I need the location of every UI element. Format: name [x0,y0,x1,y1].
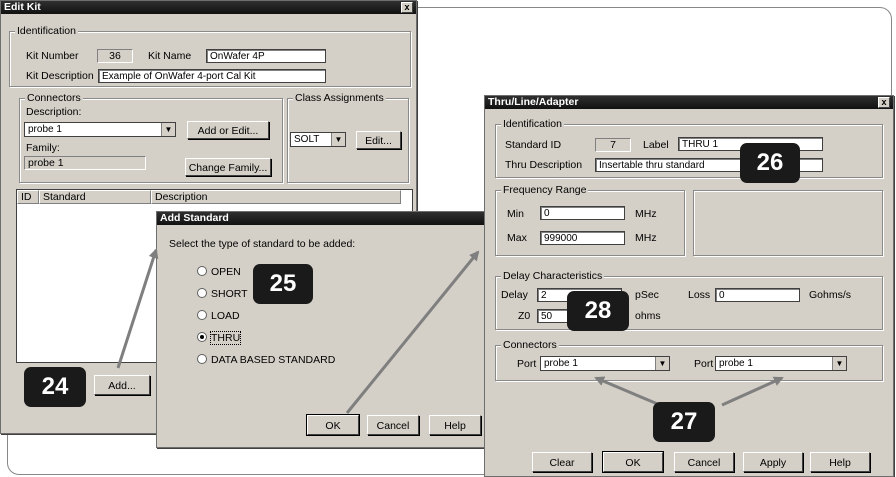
delay-characteristics-label: Delay Characteristics [501,270,605,282]
kit-name-label: Kit Name [148,50,192,62]
add-standard-titlebar[interactable]: Add Standard [157,212,487,225]
port1-value: probe 1 [544,358,578,369]
class-edit-button[interactable]: Edit... [356,131,401,149]
delay-label: Delay [501,289,528,301]
radio-load[interactable]: LOAD [197,310,240,323]
thru-titlebar[interactable]: Thru/Line/Adapter x [485,96,893,109]
radio-data-based-standard[interactable]: DATA BASED STANDARD [197,354,335,367]
apply-button[interactable]: Apply [743,452,803,472]
class-dropdown[interactable]: SOLT ▼ [290,132,346,147]
identification-label: Identification [15,25,78,37]
max-label: Max [507,232,527,244]
callout-27: 27 [653,402,715,442]
port2-label: Port [694,358,714,370]
radio-icon [197,266,207,276]
chevron-down-icon[interactable]: ▼ [832,357,846,370]
port2-value: probe 1 [719,358,753,369]
add-standard-title: Add Standard [160,212,229,224]
empty-group [693,190,883,256]
thru-identification-label: Identification [501,118,564,130]
thru-description-label: Thru Description [505,159,583,171]
loss-input[interactable]: 0 [715,288,800,302]
radio-short[interactable]: SHORT [197,288,248,301]
add-standard-prompt: Select the type of standard to be added: [169,238,356,250]
callout-26: 26 [740,143,800,183]
col-id-header[interactable]: ID [17,190,39,204]
family-label: Family: [26,142,60,154]
callout-28: 28 [567,291,629,331]
callout-25: 25 [253,264,313,304]
radio-icon [197,310,207,320]
chevron-down-icon[interactable]: ▼ [161,123,175,136]
label-label: Label [643,139,669,151]
max-unit-label: MHz [635,232,657,244]
add-or-edit-button[interactable]: Add or Edit... [187,121,269,139]
radio-open[interactable]: OPEN [197,266,241,279]
cancel-button[interactable]: Cancel [367,415,419,435]
close-icon[interactable]: x [878,97,890,108]
thru-ok-button[interactable]: OK [602,451,664,473]
edit-kit-titlebar[interactable]: Edit Kit x [1,1,416,14]
add-button[interactable]: Add... [94,375,150,395]
family-field: probe 1 [24,156,146,170]
description-dropdown[interactable]: probe 1 ▼ [24,122,176,137]
callout-24: 24 [24,367,86,407]
kit-description-label: Kit Description [26,70,94,82]
port2-dropdown[interactable]: probe 1 ▼ [715,356,847,371]
radio-thru[interactable]: THRU [197,331,242,345]
radio-selected-icon [197,332,207,342]
port1-dropdown[interactable]: probe 1 ▼ [540,356,670,371]
gohms-unit-label: Gohms/s [809,289,852,301]
standard-id-label: Standard ID [505,139,562,151]
psec-unit-label: pSec [635,289,659,301]
min-label: Min [507,208,524,220]
col-description-header[interactable]: Description [151,190,401,204]
change-family-button[interactable]: Change Family... [185,158,271,176]
radio-icon [197,354,207,364]
z0-label: Z0 [518,310,531,322]
ok-button[interactable]: OK [306,414,360,436]
min-input[interactable]: 0 [540,206,625,220]
port1-label: Port [517,358,537,370]
kit-number-field: 36 [97,49,133,63]
frequency-range-group: Frequency Range [495,184,685,256]
kit-number-label: Kit Number [26,50,79,62]
loss-label: Loss [688,289,711,301]
kit-description-input[interactable]: Example of OnWafer 4-port Cal Kit [98,69,326,83]
thru-cancel-button[interactable]: Cancel [674,452,734,472]
connectors-label: Connectors [25,92,83,104]
kit-name-input[interactable]: OnWafer 4P [206,49,326,63]
edit-kit-title: Edit Kit [4,1,41,13]
thru-help-button[interactable]: Help [810,452,870,472]
class-assignments-label: Class Assignments [293,92,386,104]
thru-title: Thru/Line/Adapter [488,96,579,108]
radio-icon [197,288,207,298]
description-value: probe 1 [28,124,62,135]
frequency-range-label: Frequency Range [501,184,589,196]
ohms-unit-label: ohms [635,310,661,322]
clear-button[interactable]: Clear [532,452,592,472]
close-icon[interactable]: x [401,2,413,13]
col-standard-header[interactable]: Standard [39,190,151,204]
chevron-down-icon[interactable]: ▼ [655,357,669,370]
help-button[interactable]: Help [429,415,481,435]
thru-connectors-label: Connectors [501,339,559,351]
min-unit-label: MHz [635,208,657,220]
description-label: Description: [26,106,82,118]
max-input[interactable]: 999000 [540,231,625,245]
class-value: SOLT [294,134,320,145]
chevron-down-icon[interactable]: ▼ [331,133,345,146]
add-standard-dialog: Add Standard Select the type of standard… [156,211,488,448]
standard-id-field: 7 [595,138,631,152]
